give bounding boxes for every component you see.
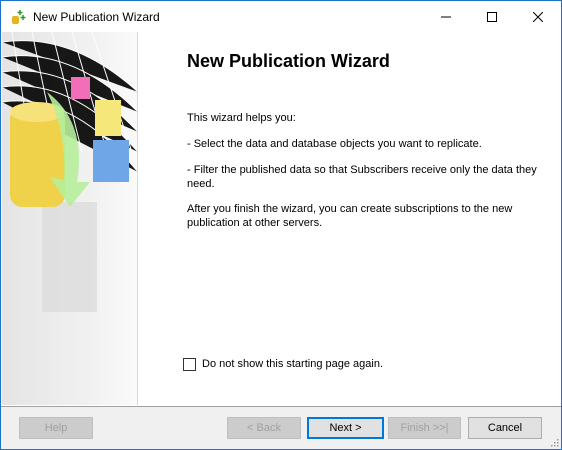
window-title: New Publication Wizard <box>33 10 160 24</box>
publication-wizard-icon <box>12 10 26 24</box>
close-icon <box>533 11 543 22</box>
bullet-filter: - Filter the published data so that Subs… <box>187 164 537 190</box>
wizard-window: New Publication Wizard New Publication W… <box>0 0 562 450</box>
help-button[interactable]: Help <box>19 417 93 439</box>
minimize-button[interactable] <box>423 1 469 32</box>
close-button[interactable] <box>515 1 561 32</box>
wizard-illustration <box>2 32 137 312</box>
resize-grip-icon[interactable] <box>551 439 559 447</box>
dont-show-checkbox[interactable] <box>183 358 196 371</box>
page-title: New Publication Wizard <box>187 51 390 71</box>
next-button[interactable]: Next > <box>307 417 384 439</box>
maximize-icon <box>487 11 497 22</box>
intro-text: This wizard helps you: <box>187 112 296 124</box>
wizard-banner-image <box>2 32 138 405</box>
maximize-button[interactable] <box>469 1 515 32</box>
bullet-select: - Select the data and database objects y… <box>187 138 482 150</box>
finish-button[interactable]: Finish >>| <box>388 417 461 439</box>
title-bar: New Publication Wizard <box>1 1 561 32</box>
back-button[interactable]: < Back <box>227 417 301 439</box>
minimize-icon <box>441 16 451 17</box>
after-text: After you finish the wizard, you can cre… <box>187 203 513 229</box>
dont-show-label[interactable]: Do not show this starting page again. <box>202 358 383 370</box>
cancel-button[interactable]: Cancel <box>468 417 542 439</box>
button-bar: Help < Back Next > Finish >>| Cancel <box>1 406 561 449</box>
